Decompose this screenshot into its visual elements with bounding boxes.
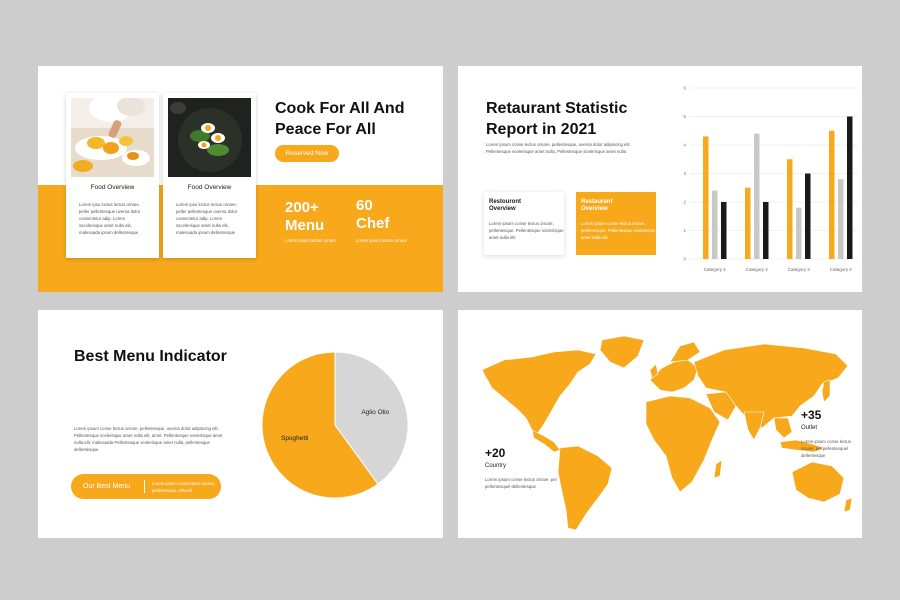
- bar-3-3: [805, 173, 811, 259]
- outlet-stat-label: Outlet: [801, 425, 818, 431]
- outlet-stat-desc: Lorem ipsum conse lectus ornare, pel pel…: [801, 439, 851, 458]
- overview-box-2-heading: Restaurant Overview: [581, 199, 613, 212]
- food-card-1-desc: Lorem ipsu loctus lectus ornare, peller …: [79, 202, 141, 235]
- food-card-2-desc: Lorem ipsu loctus lectus ornare, peller …: [176, 202, 238, 235]
- bar-4-3: [847, 116, 853, 259]
- slide2-title: Retaurant Statistic Report in 2021: [486, 100, 628, 138]
- y-tick-label: 0: [683, 257, 686, 262]
- country-stat-desc: Lorem ipsum conse lectus ornare, pel pel…: [485, 477, 557, 489]
- food-photo-1: [71, 98, 154, 177]
- reserved-now-button[interactable]: Reserved Now: [275, 145, 339, 162]
- country-stat-value: +20: [485, 446, 506, 460]
- slide3-desc: Lorem ipsum conse lectus ornare, pellent…: [74, 426, 223, 452]
- bar-chart: 0 1 2 3 4 5 6 Category 1 Category 2 Category 3 Cat…: [676, 84, 862, 292]
- pill-separator: [144, 480, 145, 493]
- x-category-label: Category 4: [830, 267, 853, 272]
- world-map: [474, 332, 854, 537]
- bar-1-3: [721, 202, 727, 259]
- y-tick-label: 6: [683, 86, 686, 91]
- outlet-stat-value: +35: [801, 408, 822, 422]
- world-map-svg: [481, 335, 853, 531]
- food-photo-2: [168, 98, 251, 177]
- y-tick-label: 5: [683, 114, 686, 119]
- x-category-label: Category 2: [746, 267, 769, 272]
- bar-4-2: [838, 179, 844, 259]
- overview-box-1[interactable]: Restouront Overview Lorem ipsum conse le…: [484, 192, 564, 255]
- slide-world-map: +20 Country Lorem ipsum conse lectus orn…: [458, 310, 862, 538]
- stat-chef-label: Chef: [356, 215, 390, 232]
- bar-4-1: [829, 130, 835, 259]
- overview-box-2-desc: Lorem ipsum conse lectus ornare, pellent…: [581, 221, 656, 240]
- stat-menu-number: 200+: [285, 199, 319, 216]
- y-tick-label: 3: [683, 171, 686, 176]
- stat-menu-value: 200+ Menu: [285, 199, 345, 235]
- food-card-1[interactable]: Food Overview Lorem ipsu loctus lectus o…: [66, 93, 159, 258]
- pie-chart-svg: Aglio Olio Spoghetti: [261, 351, 409, 499]
- slide-best-menu: Best Menu Indicator Lorem ipsum conse le…: [38, 310, 443, 538]
- stat-menu-label: Menu: [285, 217, 325, 234]
- y-tick-label: 2: [683, 200, 686, 205]
- bar-2-3: [763, 202, 769, 259]
- stat-menu-desc: Lorem ipsum loctus ornare: [285, 238, 336, 243]
- slide-statistic-report: Retaurant Statistic Report in 2021 Lorem…: [458, 66, 862, 292]
- y-tick-label: 4: [683, 143, 686, 148]
- our-best-menu-button[interactable]: Our Best Menu Lorem ipsum consectetur or…: [71, 474, 221, 499]
- bar-2-1: [745, 187, 751, 259]
- food-card-2-title: Food Overview: [187, 184, 232, 191]
- overview-box-1-heading: Restouront Overview: [489, 199, 521, 212]
- our-best-menu-label: Our Best Menu: [83, 483, 131, 490]
- x-category-label: Category 1: [704, 267, 727, 272]
- pie-label-2: Aglio Olio: [361, 409, 389, 416]
- slide-cook-for-all: Food Overview Lorem ipsu loctus lectus o…: [38, 66, 443, 292]
- overview-box-1-desc: Lorem ipsum conse lectus ornare, pellent…: [489, 221, 564, 240]
- country-stat-label: Country: [485, 463, 507, 469]
- slide2-desc: Lorem ipsum conse lectus ornare, pellent…: [486, 142, 631, 154]
- bar-2-2: [754, 133, 760, 259]
- y-tick-label: 1: [683, 228, 686, 233]
- slide1-title: Cook For All And Peace For All: [275, 100, 405, 138]
- overview-box-2[interactable]: Restaurant Overview Lorem ipsum conse le…: [576, 192, 656, 255]
- slide3-title: Best Menu Indicator: [74, 348, 227, 365]
- stat-chef-desc: Lorem ipsum loctus ornare: [356, 238, 407, 243]
- stat-chef-number: 60: [356, 197, 373, 214]
- stat-chef-value: 60 Chef: [356, 197, 416, 233]
- our-best-menu-desc: Lorem ipsum consectetur ornare, pellente…: [152, 481, 216, 493]
- bar-3-2: [796, 207, 802, 259]
- bar-1-1: [703, 136, 709, 259]
- bar-chart-svg: 0 1 2 3 4 5 6 Category 1 Category 2 Category 3 Cat…: [683, 86, 858, 272]
- pie-chart: Aglio Olio Spoghetti: [260, 350, 410, 500]
- food-card-1-title: Food Overview: [90, 184, 135, 191]
- bar-3-1: [787, 159, 793, 259]
- pie-label-1: Spoghetti: [281, 435, 308, 442]
- food-card-2[interactable]: Food Overview Lorem ipsu loctus lectus o…: [163, 93, 256, 258]
- x-category-label: Category 3: [788, 267, 811, 272]
- bar-1-2: [712, 190, 718, 259]
